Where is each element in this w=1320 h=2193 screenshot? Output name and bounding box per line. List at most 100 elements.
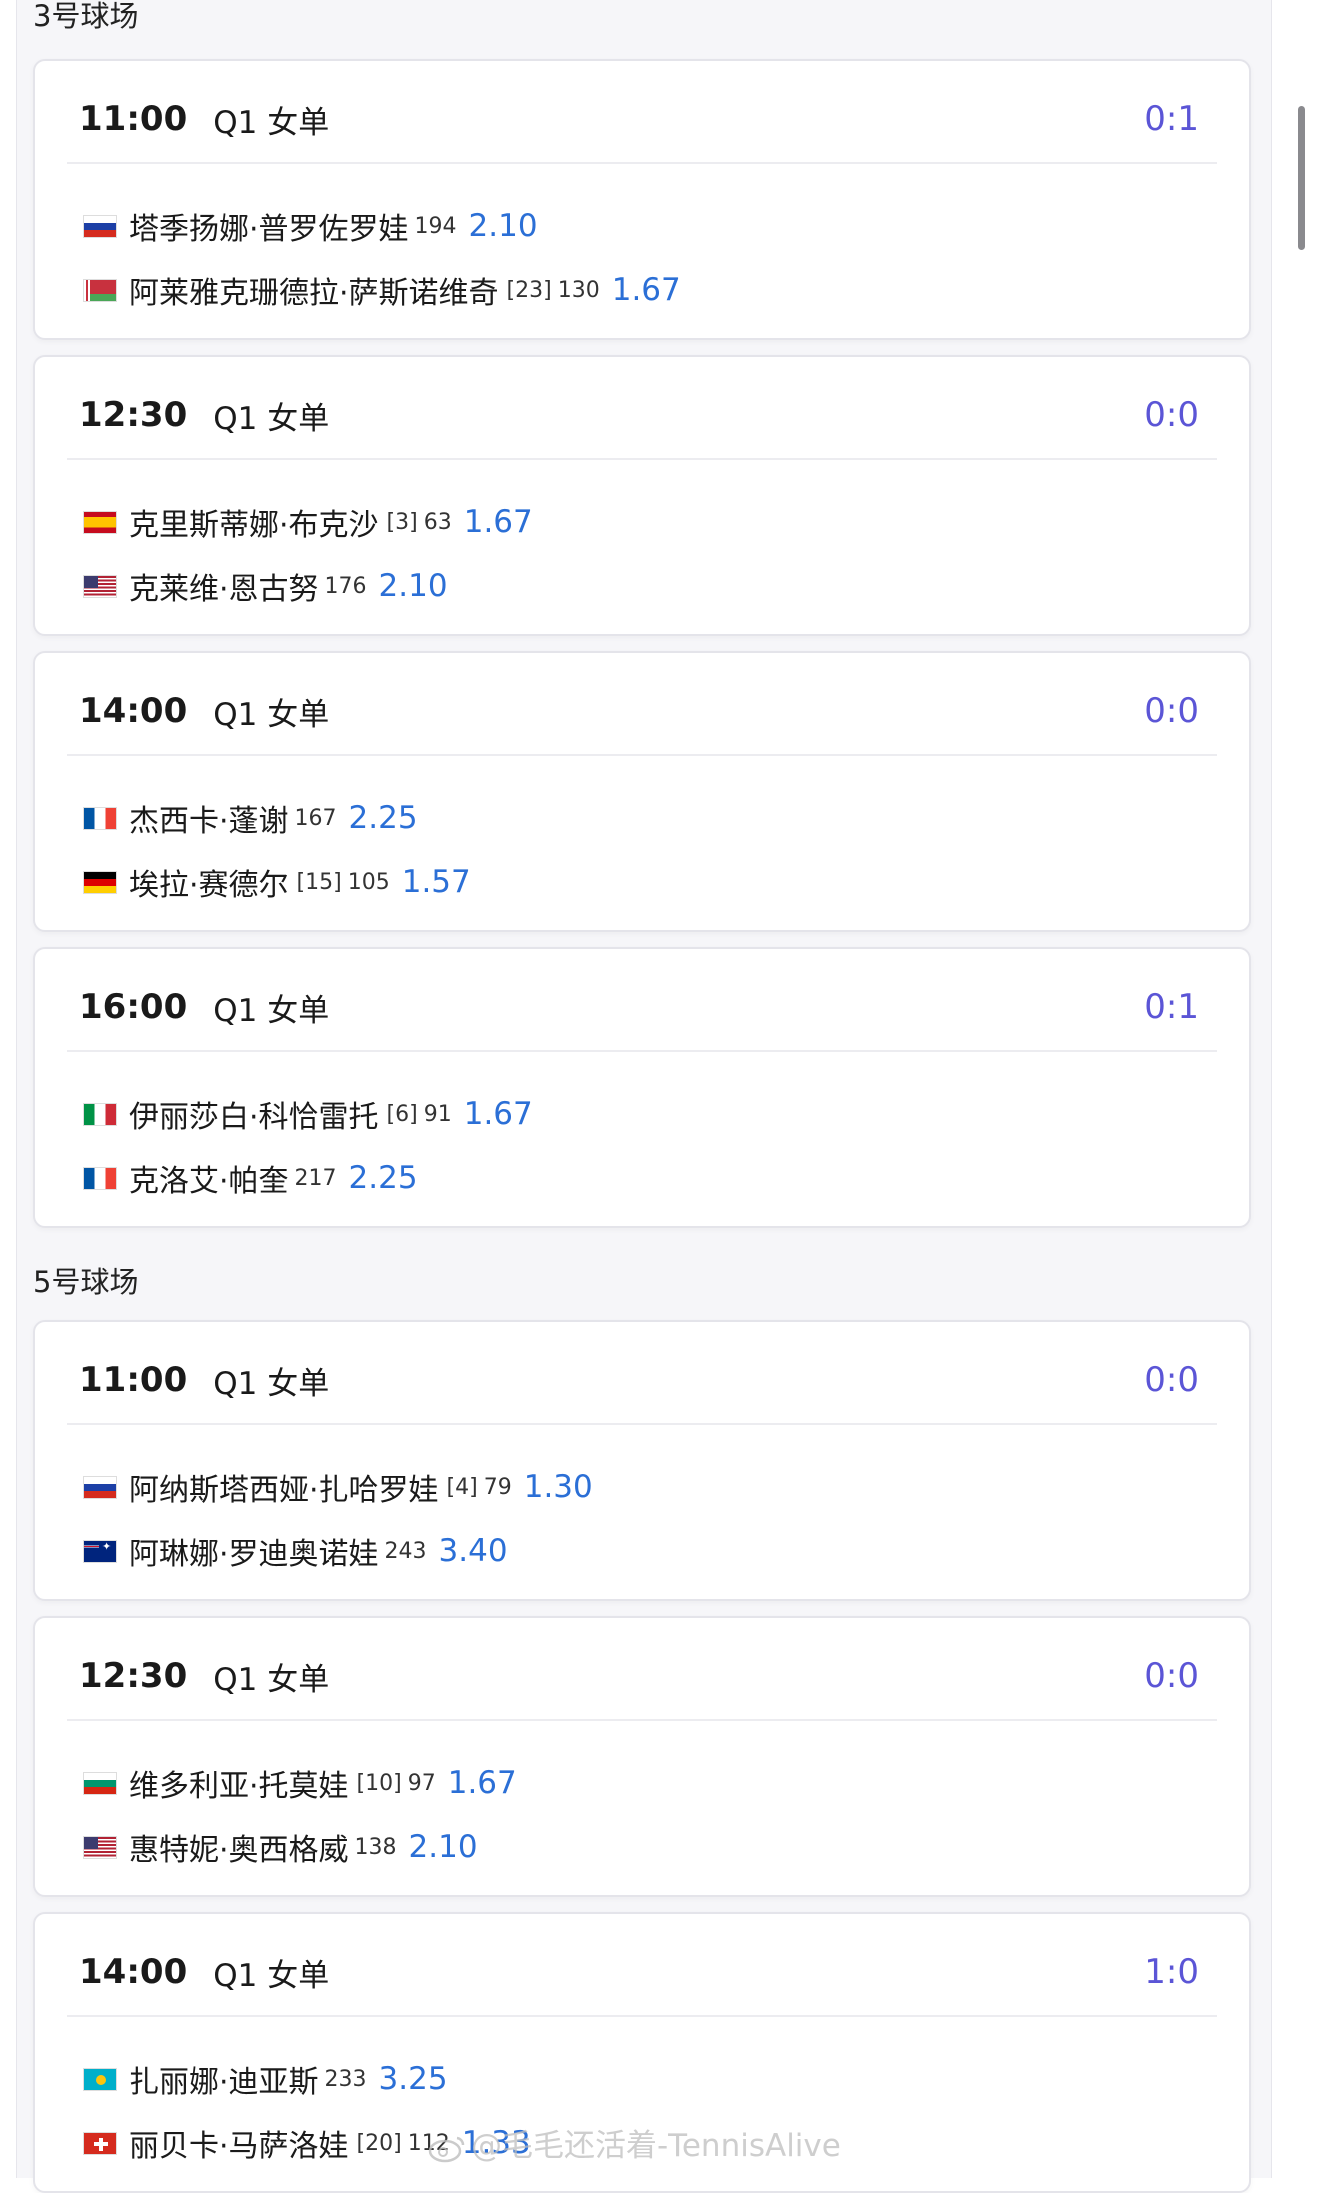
watermark: @毛毛还活着-TennisAlive [427, 2124, 841, 2168]
player-odds[interactable]: 1.67 [464, 504, 533, 540]
player-name: 埃拉·赛德尔 [129, 868, 289, 903]
player-row[interactable]: 维多利亚·托莫娃 [10] 97 1.67 [83, 1758, 517, 1808]
player-seed: [4] [446, 1474, 478, 1500]
france-flag-icon [83, 1166, 117, 1190]
player-odds[interactable]: 2.10 [409, 1829, 478, 1865]
player-seed: [23] [506, 277, 552, 303]
match-score[interactable]: 0:0 [1144, 1656, 1199, 1696]
match-time: 14:00 [79, 691, 188, 731]
match-round: Q1 女单 [213, 1957, 330, 1994]
player-name: 惠特妮·奥西格威 [129, 1833, 349, 1868]
match-header: 12:30 Q1 女单 0:0 [79, 387, 1205, 443]
bulgaria-flag-icon [83, 1771, 117, 1795]
match-header: 12:30 Q1 女单 0:0 [79, 1648, 1205, 1704]
match-round: Q1 女单 [213, 1365, 330, 1402]
player-rank: 194 [414, 213, 457, 239]
spain-flag-icon [83, 510, 117, 534]
player-name: 丽贝卡·马萨洛娃 [129, 2129, 349, 2164]
player-row[interactable]: 克洛艾·帕奎 217 2.25 [83, 1153, 418, 1203]
player-rank: 105 [347, 869, 390, 895]
player-name: 克洛艾·帕奎 [129, 1164, 289, 1199]
player-name: 阿纳斯塔西娅·扎哈罗娃 [129, 1473, 439, 1508]
player-odds[interactable]: 1.57 [402, 864, 471, 900]
match-card[interactable]: 12:30 Q1 女单 0:0 克里斯蒂娜·布克沙 [3] 63 1.67 克莱… [33, 355, 1251, 636]
match-score[interactable]: 0:1 [1144, 99, 1199, 139]
russia-flag-icon [83, 1475, 117, 1499]
player-rank: 97 [407, 1770, 436, 1796]
player-name: 扎丽娜·迪亚斯 [129, 2065, 319, 2100]
player-row[interactable]: 塔季扬娜·普罗佐罗娃 194 2.10 [83, 201, 538, 251]
player-row[interactable]: 扎丽娜·迪亚斯 233 3.25 [83, 2054, 448, 2104]
player-name: 阿琳娜·罗迪奥诺娃 [129, 1537, 379, 1572]
court-title: 5号球场 [33, 1265, 139, 1299]
player-odds[interactable]: 2.25 [349, 800, 418, 836]
player-odds[interactable]: 1.67 [448, 1765, 517, 1801]
player-rank: 243 [384, 1538, 427, 1564]
match-round: Q1 女单 [213, 400, 330, 437]
match-card[interactable]: 12:30 Q1 女单 0:0 维多利亚·托莫娃 [10] 97 1.67 惠特… [33, 1616, 1251, 1897]
match-score[interactable]: 0:0 [1144, 691, 1199, 731]
player-seed: [3] [386, 509, 418, 535]
player-rank: 167 [294, 805, 337, 831]
player-rank: 217 [294, 1165, 337, 1191]
match-round: Q1 女单 [213, 1661, 330, 1698]
player-rank: 138 [354, 1834, 397, 1860]
match-time: 16:00 [79, 987, 188, 1027]
divider [67, 2015, 1217, 2017]
scrollbar[interactable] [1298, 106, 1305, 250]
match-score[interactable]: 0:0 [1144, 1360, 1199, 1400]
player-odds[interactable]: 1.67 [464, 1096, 533, 1132]
player-row[interactable]: 惠特妮·奥西格威 138 2.10 [83, 1822, 478, 1872]
player-odds[interactable]: 2.10 [469, 208, 538, 244]
player-name: 杰西卡·蓬谢 [129, 804, 289, 839]
switzerland-flag-icon [83, 2131, 117, 2155]
player-rank: 176 [324, 573, 367, 599]
russia-flag-icon [83, 214, 117, 238]
player-rank: 63 [423, 509, 452, 535]
player-row[interactable]: 阿纳斯塔西娅·扎哈罗娃 [4] 79 1.30 [83, 1462, 593, 1512]
player-row[interactable]: 杰西卡·蓬谢 167 2.25 [83, 793, 418, 843]
kazakhstan-flag-icon [83, 2067, 117, 2091]
player-odds[interactable]: 2.25 [349, 1160, 418, 1196]
italy-flag-icon [83, 1102, 117, 1126]
player-odds[interactable]: 1.30 [524, 1469, 593, 1505]
match-time: 11:00 [79, 1360, 188, 1400]
player-odds[interactable]: 2.10 [379, 568, 448, 604]
match-card[interactable]: 14:00 Q1 女单 0:0 杰西卡·蓬谢 167 2.25 埃拉·赛德尔 [… [33, 651, 1251, 932]
divider [67, 458, 1217, 460]
court-title: 3号球场 [33, 0, 139, 33]
player-row[interactable]: 克莱维·恩古努 176 2.10 [83, 561, 448, 611]
player-name: 克莱维·恩古努 [129, 572, 319, 607]
match-header: 14:00 Q1 女单 0:0 [79, 683, 1205, 739]
player-rank: 91 [423, 1101, 452, 1127]
divider [67, 1423, 1217, 1425]
watermark-text: @毛毛还活着-TennisAlive [471, 2128, 841, 2164]
player-row[interactable]: 克里斯蒂娜·布克沙 [3] 63 1.67 [83, 497, 533, 547]
player-row[interactable]: 埃拉·赛德尔 [15] 105 1.57 [83, 857, 471, 907]
player-odds[interactable]: 1.67 [612, 272, 681, 308]
player-odds[interactable]: 3.40 [439, 1533, 508, 1569]
germany-flag-icon [83, 870, 117, 894]
weibo-icon [428, 2136, 465, 2162]
match-score[interactable]: 0:0 [1144, 395, 1199, 435]
match-score[interactable]: 0:1 [1144, 987, 1199, 1027]
match-card[interactable]: 11:00 Q1 女单 0:1 塔季扬娜·普罗佐罗娃 194 2.10 阿莱雅克… [33, 59, 1251, 340]
match-card[interactable]: 16:00 Q1 女单 0:1 伊丽莎白·科恰雷托 [6] 91 1.67 克洛… [33, 947, 1251, 1228]
player-rank: 233 [324, 2066, 367, 2092]
player-rank: 130 [557, 277, 600, 303]
usa-flag-icon [83, 574, 117, 598]
player-row[interactable]: 阿莱雅克珊德拉·萨斯诺维奇 [23] 130 1.67 [83, 265, 681, 315]
player-name: 伊丽莎白·科恰雷托 [129, 1100, 379, 1135]
player-odds[interactable]: 3.25 [379, 2061, 448, 2097]
player-row[interactable]: 伊丽莎白·科恰雷托 [6] 91 1.67 [83, 1089, 533, 1139]
match-card[interactable]: 11:00 Q1 女单 0:0 阿纳斯塔西娅·扎哈罗娃 [4] 79 1.30 … [33, 1320, 1251, 1601]
match-time: 12:30 [79, 1656, 188, 1696]
schedule-page: 3号球场 11:00 Q1 女单 0:1 塔季扬娜·普罗佐罗娃 194 2.10… [16, 0, 1272, 2193]
player-name: 阿莱雅克珊德拉·萨斯诺维奇 [129, 276, 499, 311]
match-score[interactable]: 1:0 [1144, 1952, 1199, 1992]
match-round: Q1 女单 [213, 104, 330, 141]
player-seed: [6] [386, 1101, 418, 1127]
player-name: 维多利亚·托莫娃 [129, 1769, 349, 1804]
player-row[interactable]: 阿琳娜·罗迪奥诺娃 243 3.40 [83, 1526, 508, 1576]
player-seed: [20] [356, 2130, 402, 2156]
